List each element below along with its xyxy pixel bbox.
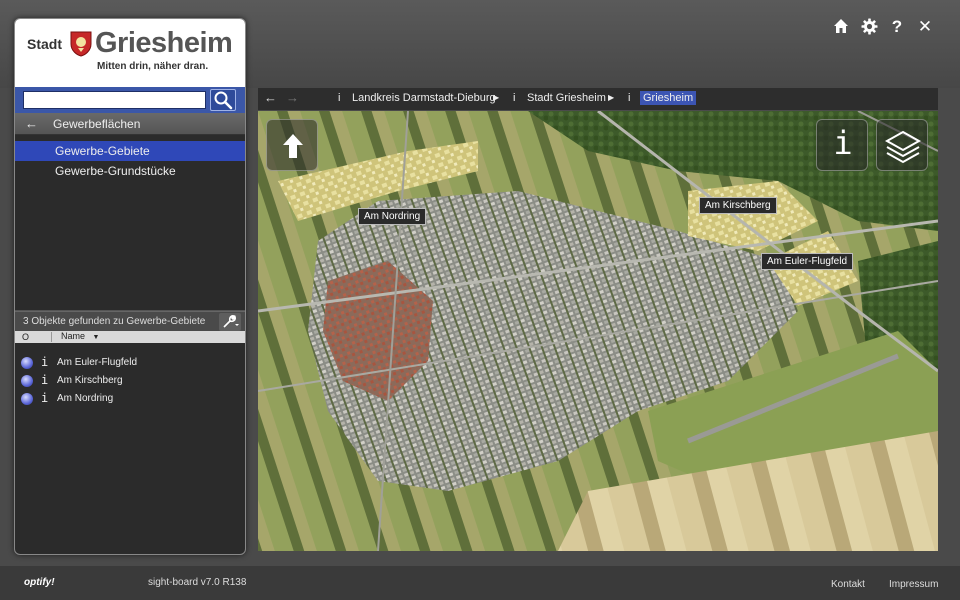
search-bar [15,87,245,113]
location-marker-icon[interactable] [21,357,33,369]
search-input[interactable] [23,91,206,109]
list-item-label: Am Euler-Flugfeld [57,357,138,368]
top-icon-group: ? ✕ [832,18,934,36]
help-icon[interactable]: ? [888,18,906,36]
location-marker-icon[interactable] [21,393,33,405]
results-list: i Am Euler-Flugfeld i Am Kirschberg i Am… [15,343,245,408]
footer-version: sight-board v7.0 R138 [148,577,247,588]
footer-brand[interactable]: optify! [24,577,55,588]
forward-arrow-icon[interactable]: → [286,90,299,105]
column-name-label: Name [61,331,86,341]
column-name[interactable]: Name ▼ [61,331,99,341]
wrench-icon[interactable] [219,313,241,331]
breadcrumb-separator-icon: ▶ [493,93,500,102]
info-icon[interactable]: i [41,391,48,405]
info-icon: i [833,124,853,162]
back-arrow-icon[interactable]: ← [25,116,38,131]
arrow-up-icon [283,134,303,158]
map-label-euler-flugfeld[interactable]: Am Euler-Flugfeld [761,253,854,270]
breadcrumb-item-stadt[interactable]: Stadt Griesheim [527,92,606,104]
map-layers-button[interactable] [876,119,928,171]
nav-title: Gewerbeflächen [53,117,141,131]
aerial-map[interactable]: i Am Nordring Am Kirschberg Am Euler-Flu… [258,111,938,551]
logo-prefix: Stadt [27,36,62,52]
category-menu: Gewerbe-Gebiete Gewerbe-Grundstücke [15,135,245,311]
breadcrumb-info-icon[interactable]: i [628,92,630,104]
city-logo: Stadt Griesheim Mitten drin, näher dran. [15,19,245,87]
map-label-kirschberg[interactable]: Am Kirschberg [699,197,777,214]
gear-icon[interactable] [860,18,878,36]
sort-down-icon: ▼ [92,334,100,341]
breadcrumb-item-griesheim[interactable]: Griesheim [640,91,697,105]
list-item-label: Am Kirschberg [57,375,123,386]
home-icon[interactable] [832,18,850,36]
results-header: 3 Objekte gefunden zu Gewerbe-Gebiete [15,311,245,331]
breadcrumb-item-landkreis[interactable]: Landkreis Darmstadt-Dieburg [352,92,496,104]
list-item-label: Am Nordring [57,393,114,404]
breadcrumb: ← → i Landkreis Darmstadt-Dieburg ▶ i St… [258,88,938,110]
column-status[interactable]: O [22,332,29,342]
close-icon[interactable]: ✕ [916,18,934,36]
search-button[interactable] [210,89,236,111]
search-icon [214,91,233,110]
location-marker-icon[interactable] [21,375,33,387]
results-column-header: O Name ▼ [15,331,245,343]
footer: optify! sight-board v7.0 R138 Kontakt Im… [0,566,960,600]
map-info-button[interactable]: i [816,119,868,171]
footer-link-kontakt[interactable]: Kontakt [831,579,865,590]
sidebar-panel: Stadt Griesheim Mitten drin, näher dran.… [14,18,246,555]
map-label-nordring[interactable]: Am Nordring [358,208,427,225]
breadcrumb-separator-icon: ▶ [608,93,615,102]
breadcrumb-info-icon[interactable]: i [338,92,340,104]
logo-name: Griesheim [95,27,233,59]
list-item[interactable]: i Am Nordring [15,390,245,408]
info-icon[interactable]: i [41,355,48,369]
column-divider [51,332,52,342]
layers-icon [884,130,922,164]
back-arrow-icon[interactable]: ← [264,90,277,105]
map-up-button[interactable] [266,119,318,171]
info-icon[interactable]: i [41,373,48,387]
menu-item-gewerbe-gebiete[interactable]: Gewerbe-Gebiete [15,141,245,161]
logo-slogan: Mitten drin, näher dran. [97,61,209,72]
list-item[interactable]: i Am Euler-Flugfeld [15,354,245,372]
menu-item-gewerbe-grundstuecke[interactable]: Gewerbe-Grundstücke [15,161,245,181]
list-item[interactable]: i Am Kirschberg [15,372,245,390]
breadcrumb-info-icon[interactable]: i [513,92,515,104]
aerial-map-image [258,111,938,551]
footer-link-impressum[interactable]: Impressum [889,579,938,590]
crest-icon [70,31,92,57]
results-summary: 3 Objekte gefunden zu Gewerbe-Gebiete [23,316,206,327]
nav-header: ← Gewerbeflächen [15,113,245,135]
